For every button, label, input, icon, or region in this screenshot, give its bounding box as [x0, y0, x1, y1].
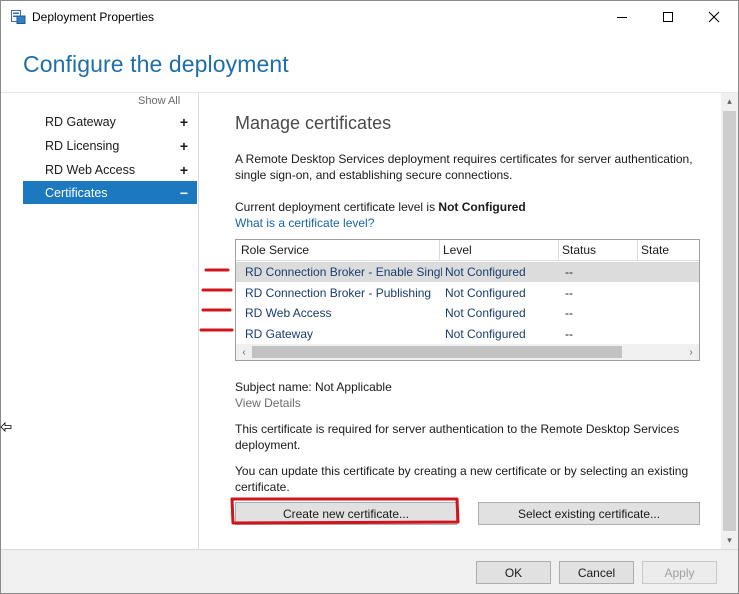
table-row[interactable]: RD Connection Broker - Enable Single Sig… [236, 262, 699, 282]
role-cell: RD Connection Broker - Publishing [245, 286, 432, 300]
certificate-level-text: Current deployment certificate level is … [235, 199, 526, 215]
page-title: Configure the deployment [23, 51, 289, 77]
expand-plus-icon: + [179, 161, 189, 178]
level-cell: Not Configured [445, 286, 526, 300]
table-horizontal-scrollbar[interactable]: ‹ › [236, 344, 699, 360]
minimize-button[interactable] [599, 1, 645, 33]
subject-name-text: Subject name: Not Applicable [235, 380, 392, 394]
page-header: Configure the deployment [1, 33, 738, 93]
select-existing-certificate-button[interactable]: Select existing certificate... [478, 502, 700, 525]
intro-line: single sign-on, and establishing secure … [235, 168, 513, 182]
sidebar-item-rd-web-access[interactable]: RD Web Access + [23, 158, 197, 181]
column-header-level[interactable]: Level [443, 243, 472, 257]
dialog-footer: OK Cancel Apply [1, 549, 738, 593]
column-header-state[interactable]: State [641, 243, 669, 257]
level-value: Not Configured [438, 200, 526, 214]
scroll-left-icon[interactable]: ‹ [236, 344, 252, 360]
view-details-link[interactable]: View Details [235, 395, 301, 411]
scroll-up-icon[interactable]: ▴ [721, 93, 738, 110]
role-cell: RD Connection Broker - Enable Single Sig… [245, 265, 442, 279]
maximize-button[interactable] [645, 1, 691, 33]
sidebar-item-label: RD Web Access [45, 162, 136, 177]
table-row[interactable]: RD Web Access Not Configured -- [236, 303, 699, 323]
level-cell: Not Configured [445, 327, 526, 341]
show-all-link[interactable]: Show All [138, 95, 180, 107]
expand-plus-icon: + [179, 137, 189, 154]
apply-button[interactable]: Apply [642, 561, 717, 584]
status-cell: -- [565, 286, 573, 300]
table-header: Role Service Level Status State [236, 240, 699, 261]
update-line: You can update this certificate by creat… [235, 464, 689, 478]
column-header-status[interactable]: Status [562, 243, 596, 257]
sidebar: Show All RD Gateway + RD Licensing + RD … [1, 93, 201, 553]
cancel-button[interactable]: Cancel [559, 561, 634, 584]
required-line: deployment. [235, 438, 301, 452]
sidebar-item-rd-gateway[interactable]: RD Gateway + [23, 110, 197, 133]
collapse-minus-icon: − [179, 184, 189, 201]
scrollbar-thumb[interactable] [252, 346, 622, 358]
scroll-right-icon[interactable]: › [683, 344, 699, 360]
scroll-down-icon[interactable]: ▾ [721, 532, 738, 549]
sidebar-item-label: RD Licensing [45, 138, 120, 153]
column-divider[interactable] [637, 240, 638, 261]
deployment-properties-window: Deployment Properties Configure the depl… [0, 0, 739, 594]
required-line: This certificate is required for server … [235, 422, 680, 436]
sidebar-item-rd-licensing[interactable]: RD Licensing + [23, 134, 197, 157]
title-bar: Deployment Properties [1, 1, 738, 33]
column-divider[interactable] [558, 240, 559, 261]
table-row[interactable]: RD Connection Broker - Publishing Not Co… [236, 283, 699, 303]
update-line: certificate. [235, 480, 290, 494]
level-cell: Not Configured [445, 265, 526, 279]
sidebar-item-label: Certificates [45, 185, 108, 200]
sidebar-item-label: RD Gateway [45, 114, 116, 129]
minimize-icon [617, 17, 627, 18]
required-text: This certificate is required for server … [235, 421, 679, 453]
create-new-certificate-button[interactable]: Create new certificate... [235, 502, 457, 525]
content-vertical-scrollbar[interactable]: ▴ ▾ [721, 93, 738, 549]
sidebar-item-certificates[interactable]: Certificates − [23, 181, 197, 204]
maximize-icon [663, 12, 673, 22]
expand-plus-icon: + [179, 113, 189, 130]
close-icon [708, 11, 720, 23]
server-manager-icon [11, 10, 26, 24]
role-cell: RD Web Access [245, 306, 332, 320]
status-cell: -- [565, 327, 573, 341]
column-divider[interactable] [439, 240, 440, 261]
intro-line: A Remote Desktop Services deployment req… [235, 152, 693, 166]
status-cell: -- [565, 306, 573, 320]
window-title: Deployment Properties [32, 10, 155, 24]
sidebar-divider [198, 93, 199, 553]
ok-button[interactable]: OK [476, 561, 551, 584]
resize-cursor-icon [0, 422, 12, 432]
role-services-table[interactable]: Role Service Level Status State RD Conne… [235, 239, 700, 361]
status-cell: -- [565, 265, 573, 279]
column-header-role-service[interactable]: Role Service [241, 243, 309, 257]
main-content: Manage certificates A Remote Desktop Ser… [235, 93, 703, 547]
table-row[interactable]: RD Gateway Not Configured -- [236, 324, 699, 344]
certificate-level-link[interactable]: What is a certificate level? [235, 215, 374, 231]
update-text: You can update this certificate by creat… [235, 463, 688, 495]
level-cell: Not Configured [445, 306, 526, 320]
close-button[interactable] [691, 1, 737, 33]
role-cell: RD Gateway [245, 327, 314, 341]
intro-text: A Remote Desktop Services deployment req… [235, 151, 693, 183]
level-prefix: Current deployment certificate level is [235, 200, 439, 214]
scrollbar-thumb[interactable] [723, 111, 736, 531]
section-title: Manage certificates [235, 113, 392, 133]
